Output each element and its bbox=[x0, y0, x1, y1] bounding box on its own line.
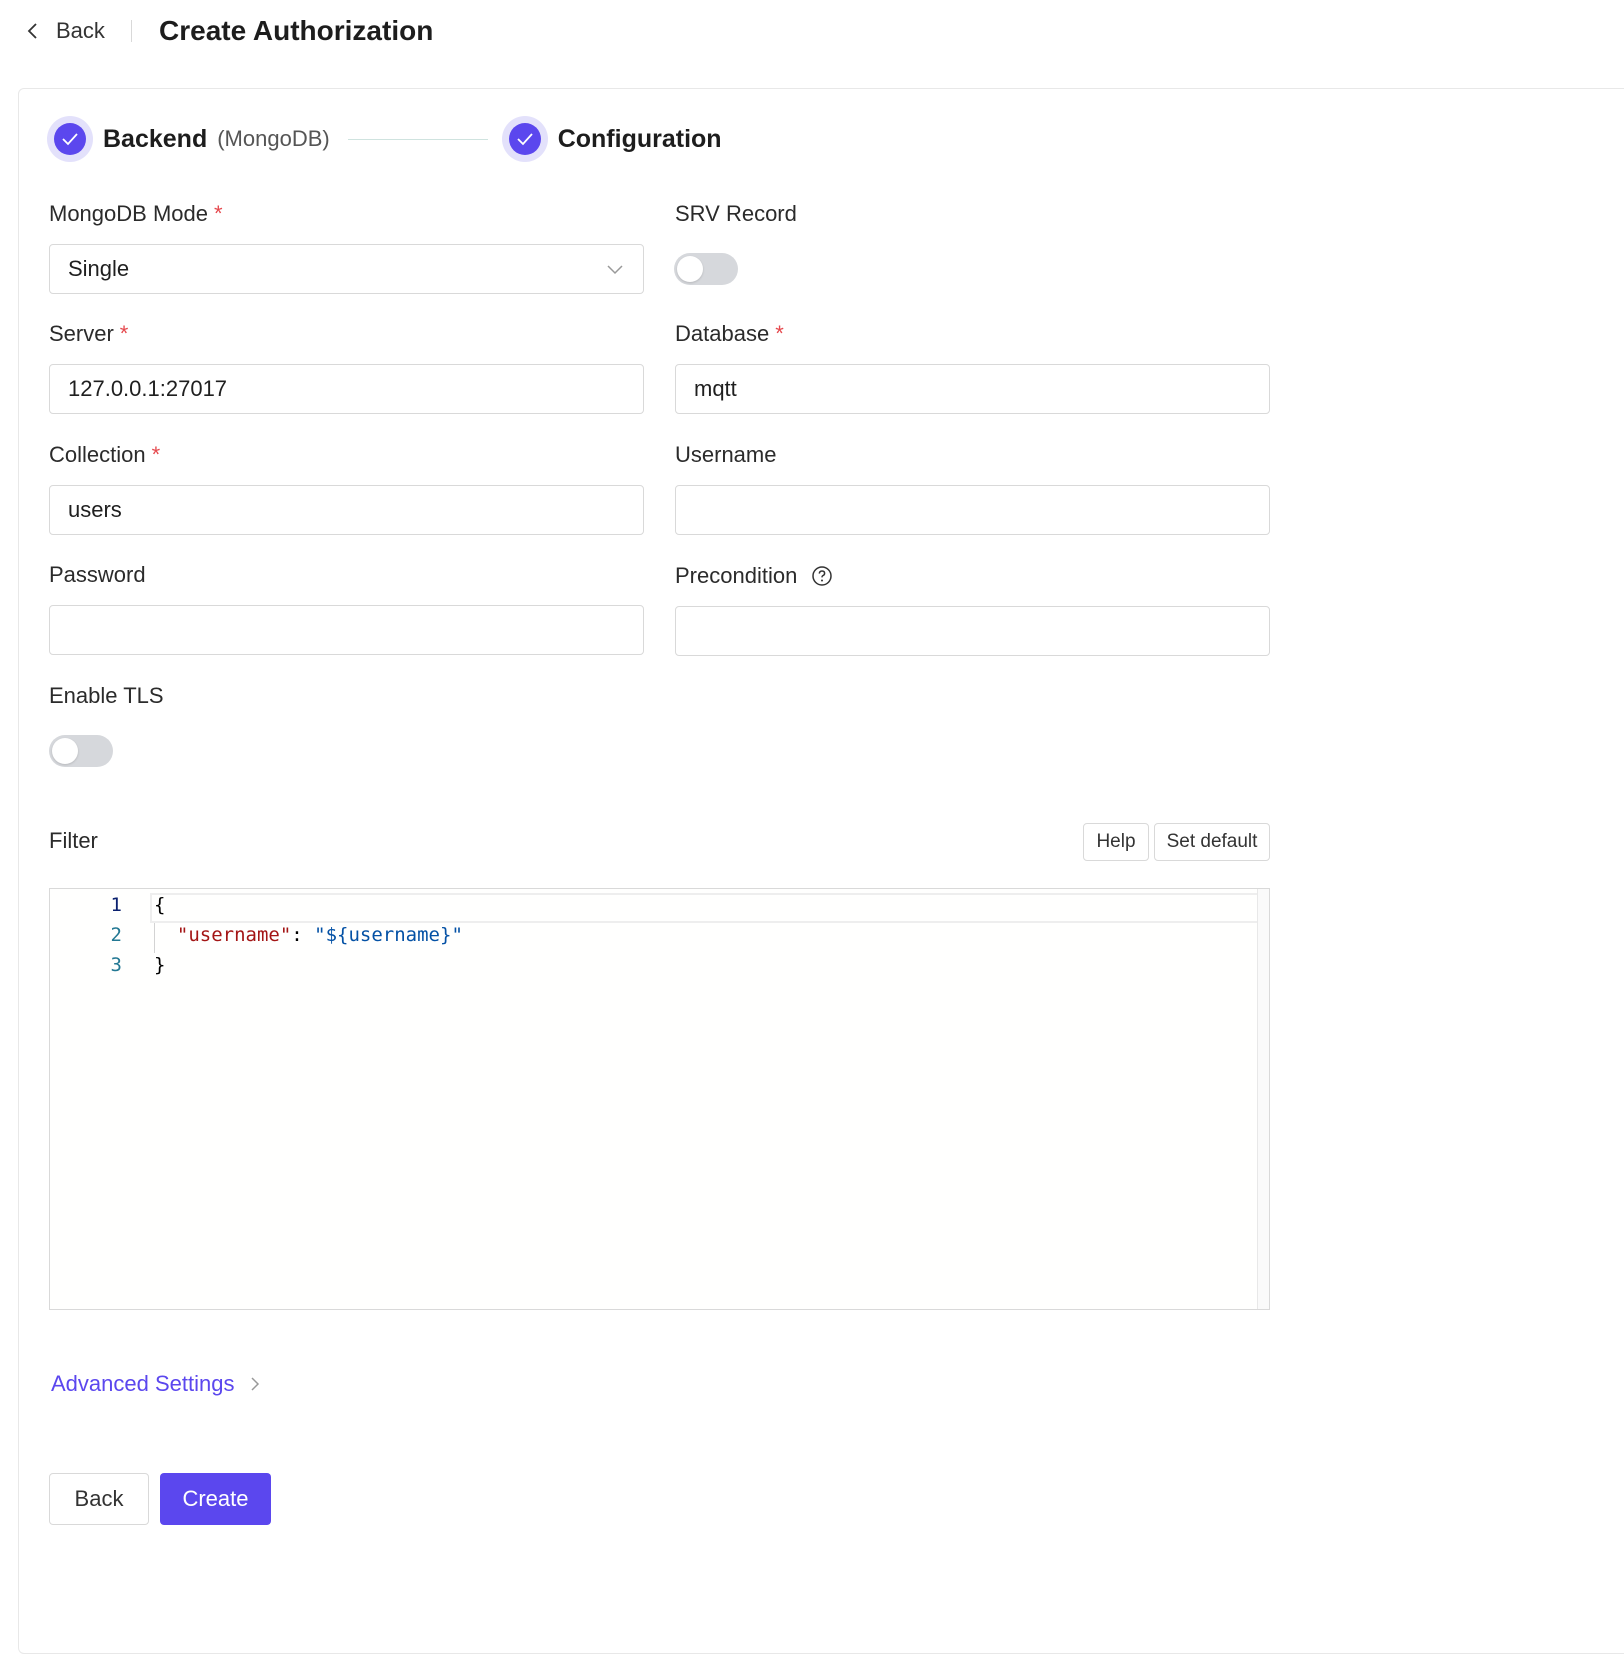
chevron-right-icon bbox=[246, 1375, 264, 1393]
step-title: Backend bbox=[103, 124, 208, 153]
line-number-gutter: 1 2 3 bbox=[50, 889, 150, 1309]
server-label: Server * bbox=[49, 321, 128, 347]
mongodb-mode-label: MongoDB Mode * bbox=[49, 201, 223, 227]
code-line: } bbox=[154, 954, 165, 976]
collection-input[interactable]: users bbox=[49, 485, 644, 535]
label-text: Enable TLS bbox=[49, 683, 164, 708]
code-line: { bbox=[154, 894, 165, 916]
required-marker: * bbox=[119, 321, 129, 346]
filter-set-default-button[interactable]: Set default bbox=[1154, 823, 1270, 861]
filter-code-editor[interactable]: 1 2 3 { "username": "${username}" } bbox=[49, 888, 1270, 1310]
enable-tls-label: Enable TLS bbox=[49, 683, 164, 709]
filter-label: Filter bbox=[49, 828, 98, 854]
label-text: SRV Record bbox=[675, 201, 797, 226]
srv-record-toggle[interactable] bbox=[674, 253, 738, 285]
chevron-left-icon bbox=[22, 20, 44, 42]
step-description: (MongoDB) bbox=[217, 126, 330, 151]
step-title: Configuration bbox=[557, 124, 722, 153]
current-line-highlight bbox=[150, 893, 1260, 923]
server-input[interactable]: 127.0.0.1:27017 bbox=[49, 364, 644, 414]
check-icon bbox=[508, 123, 541, 155]
step-connector bbox=[347, 138, 488, 140]
collection-value: users bbox=[68, 497, 122, 522]
mongodb-mode-value: Single bbox=[68, 256, 130, 281]
check-icon bbox=[54, 123, 86, 155]
step-done-indicator bbox=[47, 116, 93, 162]
code-token: { bbox=[154, 894, 166, 916]
database-label: Database * bbox=[675, 321, 784, 347]
page-header: Back Create Authorization bbox=[0, 0, 1624, 62]
advanced-settings-label: Advanced Settings bbox=[51, 1371, 235, 1396]
header-divider bbox=[131, 20, 132, 42]
required-marker: * bbox=[213, 201, 223, 226]
code-token: } bbox=[154, 954, 166, 976]
page-title: Create Authorization bbox=[159, 15, 434, 46]
back-button[interactable]: Back bbox=[49, 1473, 149, 1525]
label-text: MongoDB Mode bbox=[49, 201, 208, 226]
question-circle-icon[interactable] bbox=[811, 565, 833, 587]
server-value: 127.0.0.1:27017 bbox=[68, 376, 228, 401]
json-string-token: "${username}" bbox=[314, 924, 463, 946]
srv-record-label: SRV Record bbox=[675, 201, 797, 227]
precondition-input[interactable] bbox=[675, 606, 1270, 656]
header-back-link[interactable]: Back bbox=[22, 14, 105, 48]
label-text: Password bbox=[49, 562, 146, 587]
code-line: "username": "${username}" bbox=[154, 924, 463, 946]
database-input[interactable]: mqtt bbox=[675, 364, 1270, 414]
code-token: : bbox=[291, 924, 315, 946]
step-configuration: Configuration bbox=[501, 116, 722, 162]
editor-scrollbar[interactable] bbox=[1257, 889, 1269, 1309]
required-marker: * bbox=[775, 321, 784, 346]
advanced-settings-toggle[interactable]: Advanced Settings bbox=[51, 1371, 264, 1397]
chevron-down-icon bbox=[605, 259, 625, 279]
username-input[interactable] bbox=[675, 485, 1270, 535]
toggle-knob bbox=[52, 738, 78, 764]
step-done-indicator bbox=[501, 116, 548, 162]
filter-help-button[interactable]: Help bbox=[1083, 823, 1149, 861]
label-text: Server bbox=[49, 321, 114, 346]
precondition-label: Precondition bbox=[675, 563, 833, 589]
label-text: Precondition bbox=[675, 563, 798, 588]
create-button[interactable]: Create bbox=[160, 1473, 271, 1525]
required-marker: * bbox=[151, 442, 161, 467]
label-text: Filter bbox=[49, 828, 98, 853]
header-back-label: Back bbox=[56, 18, 105, 43]
json-key-token: "username" bbox=[176, 924, 292, 946]
step-backend: Backend (MongoDB) bbox=[47, 116, 330, 162]
enable-tls-toggle[interactable] bbox=[49, 735, 113, 767]
password-label: Password bbox=[49, 562, 146, 588]
collection-label: Collection * bbox=[49, 442, 160, 468]
form-card: Backend (MongoDB) Configuration MongoDB … bbox=[18, 88, 1624, 1654]
password-input[interactable] bbox=[49, 605, 644, 655]
toggle-knob bbox=[677, 256, 703, 282]
database-value: mqtt bbox=[694, 376, 737, 401]
label-text: Collection bbox=[49, 442, 146, 467]
line-number: 2 bbox=[110, 924, 122, 946]
label-text: Database bbox=[675, 321, 770, 346]
username-label: Username bbox=[675, 442, 776, 468]
mongodb-mode-select[interactable]: Single bbox=[49, 244, 644, 294]
line-number: 3 bbox=[110, 954, 122, 976]
steps-bar: Backend (MongoDB) Configuration bbox=[47, 115, 722, 163]
line-number: 1 bbox=[110, 894, 122, 916]
label-text: Username bbox=[675, 442, 777, 467]
